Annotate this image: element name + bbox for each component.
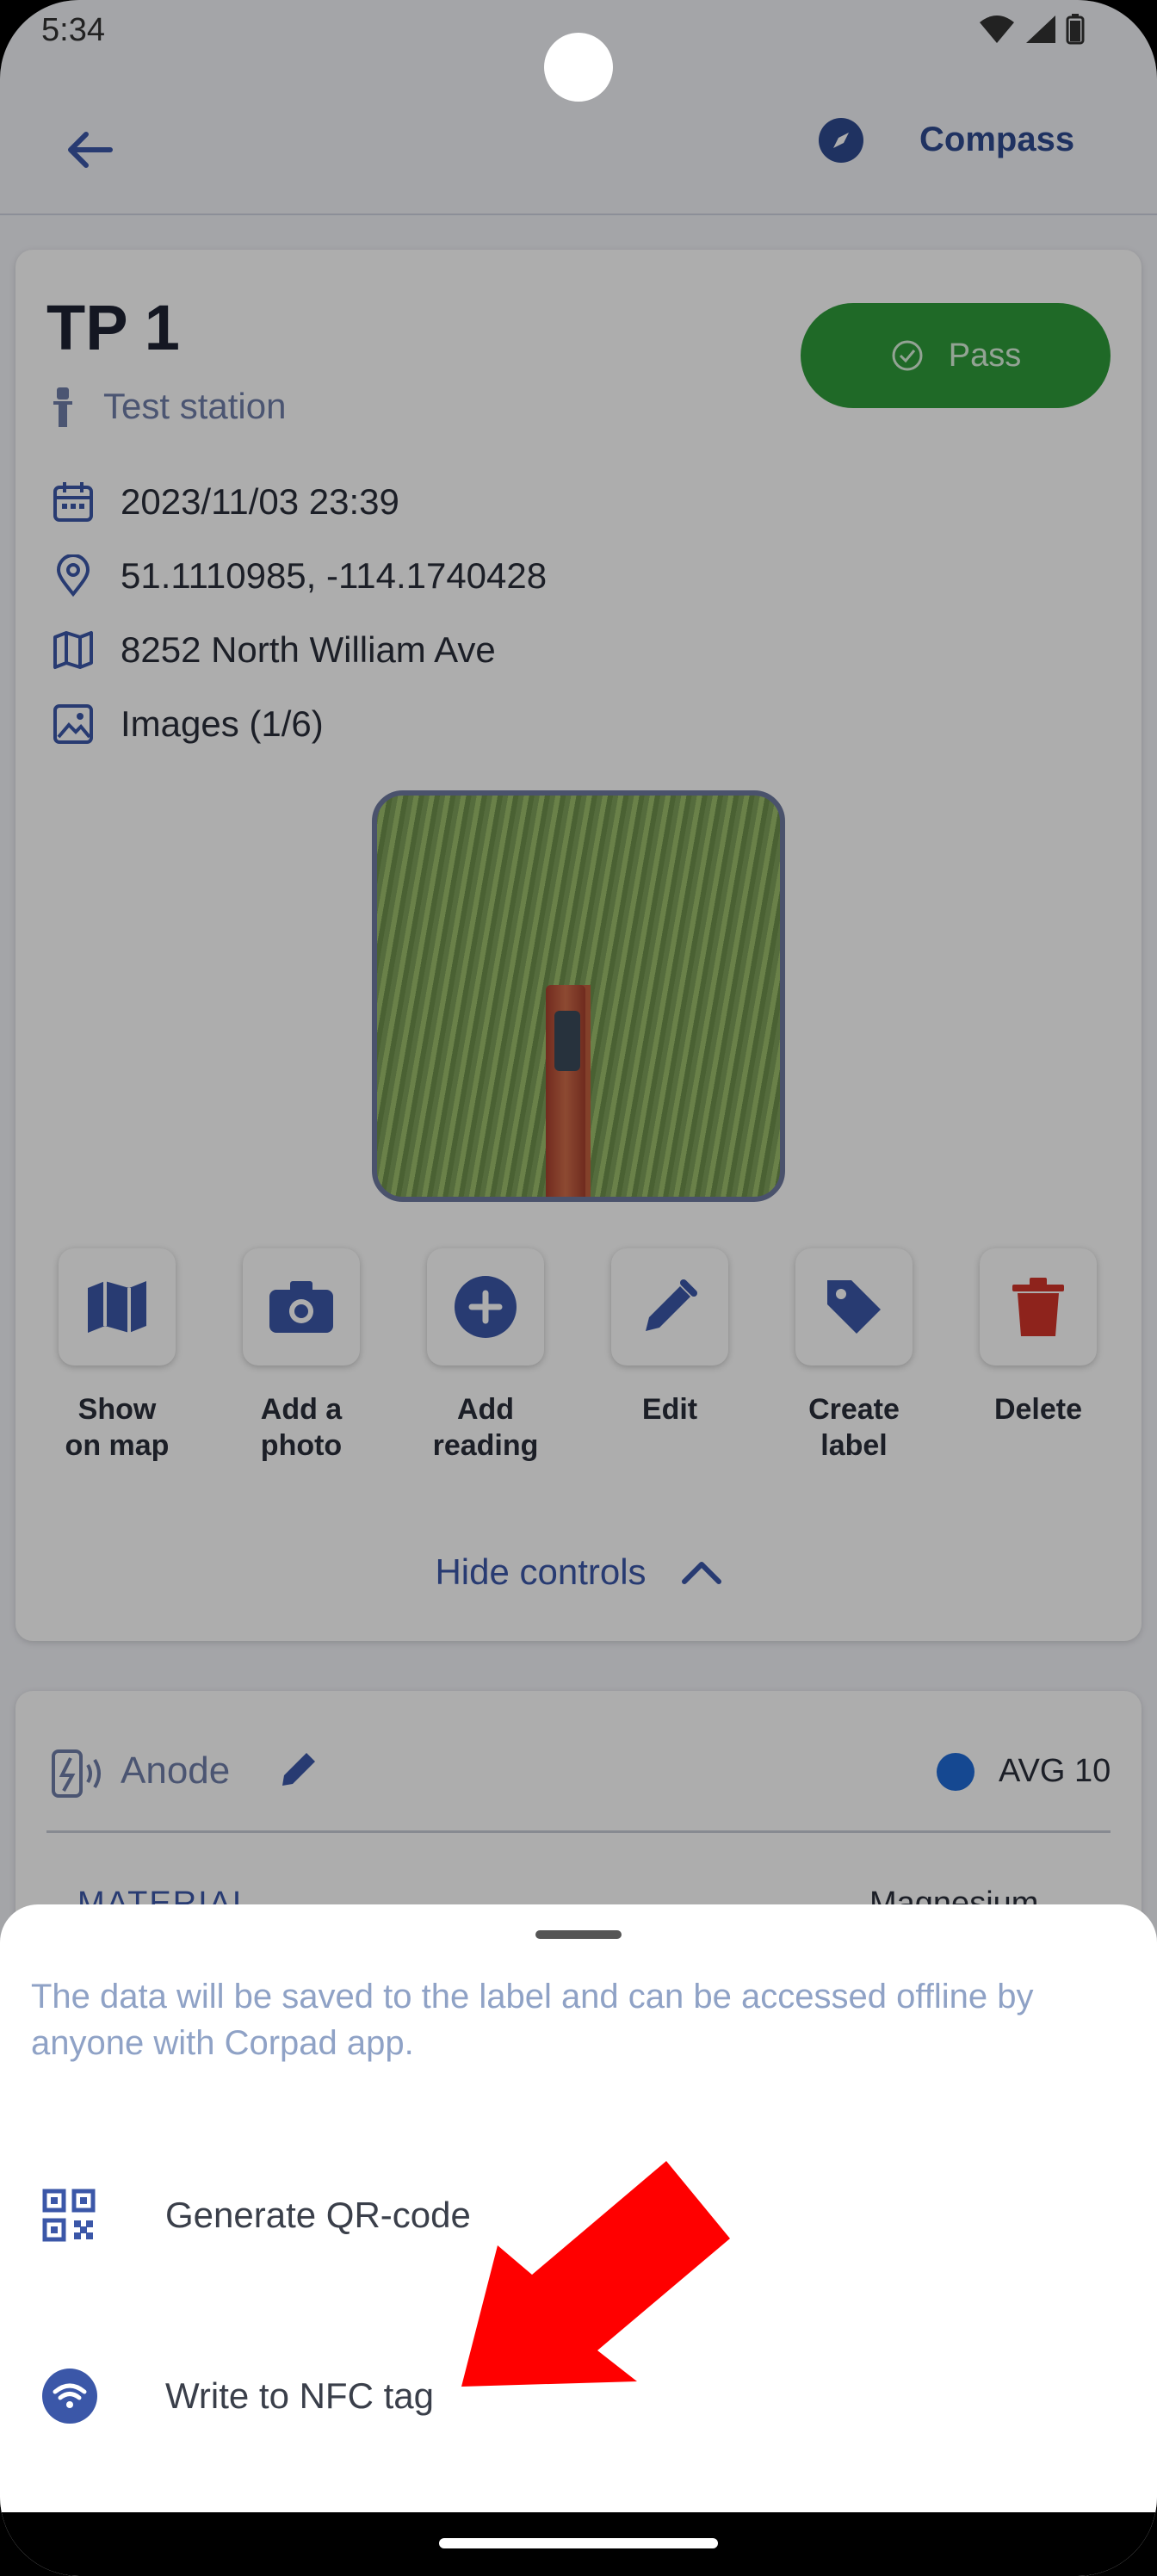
nfc-icon <box>42 2369 97 2424</box>
write-nfc-tag-label: Write to NFC tag <box>165 2375 434 2416</box>
screen: 5:34 Compass TP 1 Test station Pass 2023… <box>0 0 1157 2576</box>
generate-qr-code-label: Generate QR-code <box>165 2195 471 2235</box>
red-arrow-annotation <box>461 2161 730 2387</box>
drag-handle[interactable] <box>535 1930 622 1939</box>
sheet-description: The data will be saved to the label and … <box>31 1978 1034 2062</box>
camera-cutout <box>544 33 613 102</box>
home-indicator[interactable] <box>439 2538 718 2548</box>
navigation-bar <box>0 2512 1157 2576</box>
qr-code-icon <box>42 2189 96 2242</box>
